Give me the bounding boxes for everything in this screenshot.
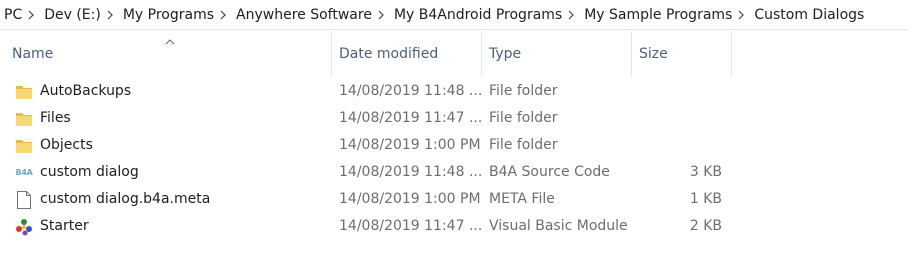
file-size: 1 KB xyxy=(689,191,722,207)
file-type: File folder xyxy=(489,110,558,126)
file-row[interactable]: custom dialog.b4a.meta 14/08/2019 1:00 P… xyxy=(0,186,908,213)
file-type: File folder xyxy=(489,137,558,153)
file-name: Objects xyxy=(40,137,93,153)
file-row[interactable]: B4A custom dialog 14/08/2019 11:48 ... B… xyxy=(0,159,908,186)
breadcrumb-my-b4android-programs[interactable]: My B4Android Programs xyxy=(390,7,562,23)
file-type: File folder xyxy=(489,83,558,99)
column-header-name[interactable]: Name xyxy=(5,31,332,77)
folder-icon xyxy=(15,105,33,132)
file-date: 14/08/2019 11:47 ... xyxy=(339,110,483,126)
breadcrumb-custom-dialogs[interactable]: Custom Dialogs xyxy=(750,7,864,23)
file-name: custom dialog xyxy=(40,164,139,180)
file-date: 14/08/2019 11:48 ... xyxy=(339,164,483,180)
file-type: B4A Source Code xyxy=(489,164,610,180)
breadcrumb-pc[interactable]: PC xyxy=(0,7,22,23)
chevron-right-icon[interactable] xyxy=(214,8,232,22)
chevron-right-icon[interactable] xyxy=(372,8,390,22)
folder-icon xyxy=(15,78,33,105)
blank-file-icon xyxy=(15,186,33,213)
breadcrumb-dev-drive[interactable]: Dev (E:) xyxy=(40,7,101,23)
folder-icon xyxy=(15,132,33,159)
b4a-file-icon: B4A xyxy=(15,159,33,186)
file-row[interactable]: Starter 14/08/2019 11:47 ... Visual Basi… xyxy=(0,213,908,240)
column-header-name-label: Name xyxy=(12,46,54,62)
file-type: META File xyxy=(489,191,555,207)
column-header-size[interactable]: Size xyxy=(632,31,732,77)
file-type: Visual Basic Module xyxy=(489,218,628,234)
file-size: 3 KB xyxy=(689,164,722,180)
file-row[interactable]: Objects 14/08/2019 1:00 PM File folder xyxy=(0,132,908,159)
file-date: 14/08/2019 11:47 ... xyxy=(339,218,483,234)
file-row[interactable]: AutoBackups 14/08/2019 11:48 ... File fo… xyxy=(0,78,908,105)
file-name: custom dialog.b4a.meta xyxy=(40,191,211,207)
file-name: AutoBackups xyxy=(40,83,132,99)
chevron-right-icon[interactable] xyxy=(101,8,119,22)
column-header-row: Name Date modified Type Size xyxy=(0,31,908,77)
file-size: 2 KB xyxy=(689,218,722,234)
chevron-right-icon[interactable] xyxy=(562,8,580,22)
column-header-type-label: Type xyxy=(489,46,522,62)
file-date: 14/08/2019 1:00 PM xyxy=(339,191,481,207)
file-date: 14/08/2019 1:00 PM xyxy=(339,137,481,153)
file-date: 14/08/2019 11:48 ... xyxy=(339,83,483,99)
file-row[interactable]: Files 14/08/2019 11:47 ... File folder xyxy=(0,105,908,132)
file-list: AutoBackups 14/08/2019 11:48 ... File fo… xyxy=(0,78,908,240)
file-name: Files xyxy=(40,110,71,126)
breadcrumb: PC Dev (E:) My Programs Anywhere Softwar… xyxy=(0,0,908,30)
sort-ascending-icon xyxy=(165,18,175,64)
file-name: Starter xyxy=(40,218,89,234)
column-header-size-label: Size xyxy=(639,46,668,62)
column-header-date[interactable]: Date modified xyxy=(332,31,482,77)
breadcrumb-my-sample-programs[interactable]: My Sample Programs xyxy=(580,7,732,23)
b4a-icon-label: B4A xyxy=(15,168,33,177)
column-header-date-label: Date modified xyxy=(339,46,439,62)
vb-module-icon xyxy=(15,213,33,240)
column-header-type[interactable]: Type xyxy=(482,31,632,77)
chevron-right-icon[interactable] xyxy=(22,8,40,22)
breadcrumb-anywhere-software[interactable]: Anywhere Software xyxy=(232,7,372,23)
chevron-right-icon[interactable] xyxy=(732,8,750,22)
